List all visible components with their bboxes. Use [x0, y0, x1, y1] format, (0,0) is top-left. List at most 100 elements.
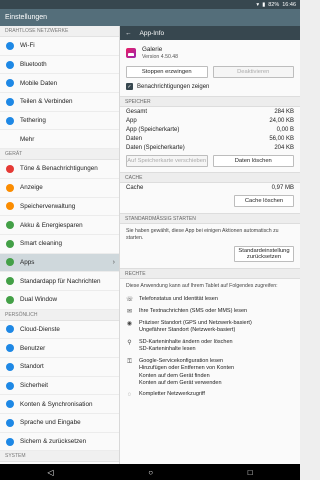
storage-label: Daten: [126, 135, 143, 142]
storage-row: App (Speicherkarte) 0,00 B: [120, 125, 300, 134]
section-header: PERSÖNLICH: [0, 309, 119, 321]
storage-section-header: SPEICHER: [120, 96, 300, 107]
storage-row: Daten (Speicherkarte) 204 KB: [120, 143, 300, 152]
settings-item[interactable]: Tethering: [0, 112, 119, 131]
wifi-icon: [6, 41, 14, 50]
user-icon: [6, 344, 14, 353]
sound-icon: [6, 164, 14, 173]
mobile-data-icon: [6, 79, 14, 88]
storage-value: 56,00 KB: [269, 135, 294, 142]
storage-list: Gesamt 284 KB App 24,00 KB App (Speicherkart…: [120, 107, 300, 152]
permission-list: ☏ Telefonstatus und Identität lesen ✉ Ihre …: [120, 294, 300, 401]
storage-value: 204 KB: [274, 144, 294, 151]
permission-item: ◌ Kompletter Netzwerkzugriff: [120, 389, 300, 401]
settings-item-label: Standardapp für Nachrichten: [20, 277, 101, 285]
rights-section-header: RECHTE: [120, 268, 300, 280]
storage-value: 24,00 KB: [269, 117, 294, 124]
settings-item[interactable]: Sichern & zurücksetzen: [0, 433, 119, 452]
clear-data-button[interactable]: Daten löschen: [212, 155, 294, 167]
settings-item[interactable]: Smart cleaning: [0, 235, 119, 254]
cache-row: Cache 0,97 MB: [120, 183, 300, 192]
settings-item[interactable]: Akku & Energiesparen: [0, 216, 119, 235]
sms-icon: ✉: [126, 309, 133, 316]
location-icon: [6, 362, 14, 371]
battery-icon: [6, 221, 14, 230]
permission-text: Konten auf dem Gerät verwenden: [139, 380, 222, 386]
settings-item-label: Sichern & zurücksetzen: [20, 438, 87, 446]
settings-item[interactable]: Standort: [0, 358, 119, 377]
recents-icon[interactable]: □: [248, 468, 253, 477]
settings-item[interactable]: Mehr: [0, 130, 119, 150]
section-header: GERÄT: [0, 149, 119, 161]
home-icon[interactable]: ○: [148, 468, 153, 477]
storage-label: App (Speicherkarte): [126, 126, 180, 133]
permission-text: SD-Karteninhalte ändern oder löschen: [139, 338, 233, 345]
clock: 16:46: [282, 1, 296, 8]
notifications-checkbox[interactable]: ✓: [126, 83, 133, 90]
storage-value: 284 KB: [274, 108, 294, 115]
messages-icon: [6, 277, 14, 286]
default-launch-note: Sie haben gewählt, diese App bei einigen…: [126, 228, 279, 242]
settings-item[interactable]: Anzeige: [0, 179, 119, 198]
share-icon: [6, 97, 14, 106]
settings-item-label: Standort: [20, 363, 44, 371]
settings-item-label: Benutzer: [20, 344, 46, 352]
cache-label: Cache: [126, 184, 144, 191]
cache-section-header: CACHE: [120, 172, 300, 183]
disable-button[interactable]: Deaktivieren: [212, 66, 294, 78]
back-arrow-icon[interactable]: ←: [125, 30, 132, 37]
app-info-pane: ← App-Info Galerie Version 4.50.48 Stopp…: [120, 26, 300, 464]
permission-item: ✉ Ihre Textnachrichten (SMS oder MMS) les…: [120, 306, 300, 318]
settings-item-label: Konten & Synchronisation: [20, 400, 93, 408]
section-header: SYSTEM: [0, 451, 119, 463]
permission-item: ⚲ SD-Karteninhalte ändern oder löschen SD-…: [120, 337, 300, 356]
cloud-icon: [6, 325, 14, 334]
settings-item[interactable]: Mobile Daten: [0, 74, 119, 94]
back-icon[interactable]: ◁: [47, 468, 53, 477]
key-icon: ⚿: [127, 358, 132, 365]
notifications-label: Benachrichtigungen zeigen: [137, 83, 210, 90]
permission-text: Präziser Standort (GPS und Netzwerk-basi…: [139, 320, 252, 327]
settings-item[interactable]: Dual Window: [0, 291, 119, 310]
navigation-bar: ◁ ○ □: [0, 464, 300, 480]
settings-item-label: Speicherverwaltung: [20, 202, 76, 210]
permission-text: Ihre Textnachrichten (SMS oder MMS) lese…: [139, 308, 248, 315]
settings-item[interactable]: Apps ›: [0, 253, 119, 273]
reset-defaults-button[interactable]: Standardeinstellung zurücksetzen: [234, 246, 294, 263]
settings-item[interactable]: Konten & Synchronisation: [0, 395, 119, 415]
settings-item[interactable]: Töne & Benachrichtigungen: [0, 160, 119, 179]
lock-icon: [6, 381, 14, 390]
settings-item[interactable]: Sicherheit: [0, 377, 119, 396]
settings-item[interactable]: Wi-Fi: [0, 37, 119, 56]
clear-cache-button[interactable]: Cache löschen: [234, 195, 294, 207]
notifications-row[interactable]: ✓ Benachrichtigungen zeigen: [120, 80, 300, 93]
settings-item[interactable]: Standardapp für Nachrichten: [0, 272, 119, 291]
move-to-sd-button[interactable]: Auf Speicherkarte verschieben: [126, 155, 208, 167]
settings-item[interactable]: Cloud-Dienste: [0, 321, 119, 340]
settings-item[interactable]: Bluetooth: [0, 56, 119, 75]
settings-item[interactable]: Teilen & Verbinden: [0, 93, 119, 112]
language-icon: [6, 418, 14, 427]
force-stop-button[interactable]: Stoppen erzwingen: [126, 66, 208, 78]
settings-item-label: Sicherheit: [20, 382, 49, 390]
settings-item[interactable]: Speicherverwaltung: [0, 198, 119, 217]
settings-item-label: Tethering: [20, 117, 46, 125]
permission-text: Konten auf dem Gerät finden: [139, 372, 210, 379]
location-icon: ◉: [126, 321, 133, 328]
settings-item[interactable]: Benutzer: [0, 339, 119, 358]
storage-label: App: [126, 117, 137, 124]
permission-text: Kompletter Netzwerkzugriff: [139, 391, 205, 398]
display-icon: [6, 183, 14, 192]
settings-list[interactable]: DRAHTLOSE NETZWERKE Wi-Fi Bluetooth Mobile …: [0, 26, 120, 464]
settings-item[interactable]: Sprache und Eingabe: [0, 414, 119, 433]
rights-note: Diese Anwendung kann auf Ihrem Tablet au…: [126, 283, 278, 290]
backup-icon: [6, 437, 14, 446]
settings-item-label: Töne & Benachrichtigungen: [20, 165, 98, 173]
permission-text: Ungefährer Standort (Netzwerk-basiert): [139, 327, 236, 334]
app-title: Einstellungen: [5, 14, 48, 21]
chevron-right-icon: ›: [112, 258, 115, 266]
storage-icon: [6, 202, 14, 211]
permission-text: SD-Karteninhalte lesen: [139, 346, 196, 353]
battery-icon: ▮: [262, 1, 266, 8]
status-bar: ▾ ▮ 82% 16:46: [0, 0, 300, 9]
